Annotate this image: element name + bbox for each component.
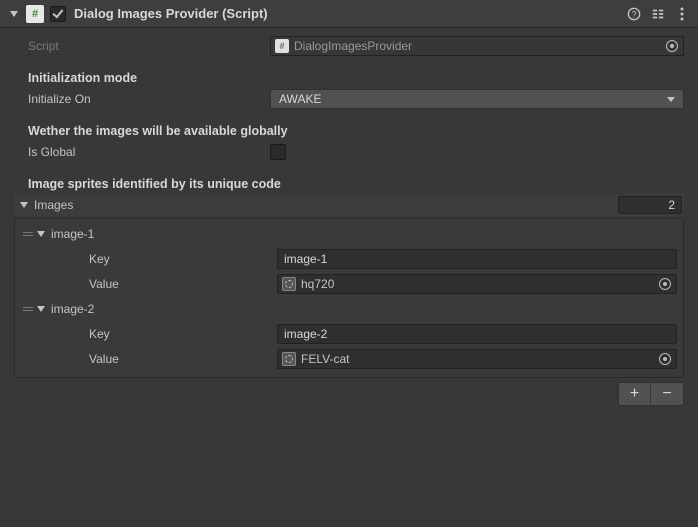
remove-element-button[interactable]: − bbox=[651, 383, 683, 405]
key-input[interactable] bbox=[277, 324, 677, 344]
key-input-field[interactable] bbox=[284, 327, 670, 341]
is-global-label: Is Global bbox=[14, 145, 270, 159]
section-global-heading: Wether the images will be available glob… bbox=[14, 124, 684, 138]
section-sprites-heading: Image sprites identified by its unique c… bbox=[14, 177, 684, 191]
initialize-on-label: Initialize On bbox=[14, 92, 270, 106]
value-object-field[interactable]: FELV-cat bbox=[277, 349, 677, 369]
component-header: # Dialog Images Provider (Script) ? bbox=[0, 0, 698, 28]
value-label: Value bbox=[21, 352, 277, 366]
is-global-checkbox[interactable] bbox=[270, 144, 286, 160]
component-title: Dialog Images Provider (Script) bbox=[74, 6, 626, 21]
script-icon: # bbox=[26, 5, 44, 23]
key-label: Key bbox=[21, 327, 277, 341]
drag-handle-icon[interactable] bbox=[21, 307, 35, 311]
sprite-icon bbox=[282, 352, 296, 366]
svg-text:?: ? bbox=[632, 9, 637, 19]
key-input-field[interactable] bbox=[284, 252, 670, 266]
images-size-field[interactable]: 2 bbox=[618, 196, 682, 214]
object-picker-icon[interactable] bbox=[658, 352, 672, 366]
script-asset-icon: # bbox=[275, 39, 289, 53]
images-label: Images bbox=[30, 198, 618, 212]
initialize-on-dropdown[interactable]: AWAKE bbox=[270, 89, 684, 109]
element-foldout[interactable] bbox=[35, 303, 47, 315]
script-label: Script bbox=[14, 39, 270, 53]
value-object-name: hq720 bbox=[301, 277, 334, 291]
list-footer: + − bbox=[14, 382, 684, 406]
element-name: image-1 bbox=[47, 227, 94, 241]
element-name: image-2 bbox=[47, 302, 94, 316]
context-menu-icon[interactable] bbox=[674, 6, 690, 22]
list-item: image-1 bbox=[21, 223, 677, 245]
script-value: DialogImagesProvider bbox=[294, 39, 412, 53]
component-enable-checkbox[interactable] bbox=[50, 6, 66, 22]
value-label: Value bbox=[21, 277, 277, 291]
value-object-name: FELV-cat bbox=[301, 352, 349, 366]
object-picker-icon[interactable] bbox=[658, 277, 672, 291]
value-object-field[interactable]: hq720 bbox=[277, 274, 677, 294]
drag-handle-icon[interactable] bbox=[21, 232, 35, 236]
images-foldout[interactable] bbox=[18, 199, 30, 211]
component-foldout[interactable] bbox=[8, 8, 20, 20]
script-picker-icon[interactable] bbox=[665, 39, 679, 53]
section-initialization-heading: Initialization mode bbox=[14, 71, 684, 85]
script-field: # DialogImagesProvider bbox=[270, 36, 684, 56]
key-input[interactable] bbox=[277, 249, 677, 269]
preset-icon[interactable] bbox=[650, 6, 666, 22]
key-label: Key bbox=[21, 252, 277, 266]
list-item: image-2 bbox=[21, 298, 677, 320]
help-icon[interactable]: ? bbox=[626, 6, 642, 22]
initialize-on-value: AWAKE bbox=[279, 92, 321, 106]
sprite-icon bbox=[282, 277, 296, 291]
element-foldout[interactable] bbox=[35, 228, 47, 240]
images-list-body: image-1 Key Value hq720 image-2 Key bbox=[14, 218, 684, 378]
add-element-button[interactable]: + bbox=[619, 383, 651, 405]
images-list-header: Images 2 bbox=[14, 194, 684, 216]
